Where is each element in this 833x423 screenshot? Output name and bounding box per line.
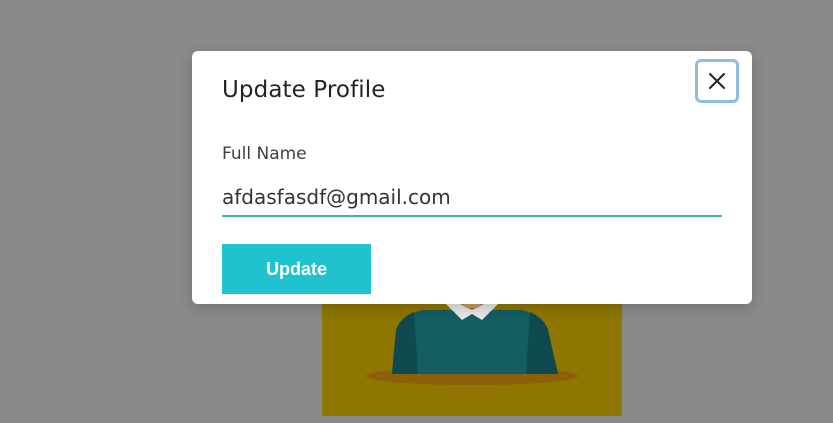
person-avatar-illustration <box>366 298 578 385</box>
modal-title: Update Profile <box>222 77 386 103</box>
full-name-input[interactable] <box>222 179 722 217</box>
update-profile-modal: Update Profile Full Name Update <box>192 51 752 304</box>
update-button[interactable]: Update <box>222 244 371 294</box>
close-button[interactable] <box>695 59 739 103</box>
full-name-label: Full Name <box>222 144 307 164</box>
profile-avatar-image <box>322 290 622 416</box>
close-icon <box>709 73 725 89</box>
